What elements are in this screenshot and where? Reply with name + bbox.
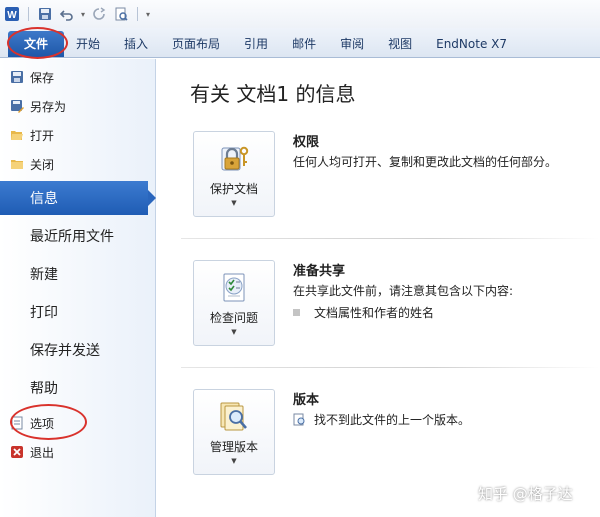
open-folder-icon <box>10 128 24 142</box>
nav-tab-recent[interactable]: 最近所用文件 <box>0 219 156 253</box>
section-divider <box>181 238 600 239</box>
list-item-label: 文档属性和作者的姓名 <box>314 306 435 320</box>
save-as-icon <box>10 99 24 113</box>
annotation-circle-file <box>7 27 68 59</box>
bullet-icon <box>293 309 300 316</box>
watermark: 知乎 @格子达 <box>478 485 573 503</box>
nav-exit-label: 退出 <box>30 445 55 460</box>
exit-icon <box>10 445 24 459</box>
check-issues-button[interactable]: 检查问题 ▼ <box>193 260 275 346</box>
nav-save-label: 保存 <box>30 70 55 85</box>
undo-icon[interactable] <box>59 6 75 22</box>
protect-document-label: 保护文档 <box>209 182 258 196</box>
undo-dropdown-icon[interactable]: ▾ <box>81 10 85 19</box>
nav-tab-help[interactable]: 帮助 <box>0 371 156 405</box>
nav-close-label: 关闭 <box>30 157 55 172</box>
word-app-icon[interactable]: W <box>4 6 20 22</box>
permissions-title: 权限 <box>293 135 320 150</box>
protect-document-button[interactable]: 保护文档 ▼ <box>193 131 275 217</box>
tab-references[interactable]: 引用 <box>232 31 280 57</box>
tab-endnote[interactable]: EndNote X7 <box>424 31 519 57</box>
tab-review[interactable]: 审阅 <box>328 31 376 57</box>
nav-tab-print[interactable]: 打印 <box>0 295 156 329</box>
lock-key-icon <box>221 146 249 171</box>
checklist-icon <box>223 273 245 302</box>
manage-versions-label: 管理版本 <box>209 440 258 454</box>
customize-toolbar-icon[interactable]: ▾ <box>146 10 150 19</box>
close-folder-icon <box>10 157 24 171</box>
backstage-nav: 保存 另存为 打开 关闭 信息 最近所用文件 新建 打印 保存并发送 帮助 选项… <box>0 59 156 517</box>
section-divider <box>181 367 600 368</box>
svg-text:W: W <box>7 10 17 21</box>
ribbon-tabs: 文件 开始 插入 页面布局 引用 邮件 审阅 视图 EndNote X7 <box>0 28 600 58</box>
toolbar-separator <box>137 7 139 21</box>
manage-versions-button[interactable]: 管理版本 ▼ <box>193 389 275 475</box>
toolbar-separator <box>28 7 29 21</box>
redo-icon[interactable] <box>91 6 107 22</box>
tab-view[interactable]: 视图 <box>376 31 424 57</box>
check-issues-label: 检查问题 <box>209 311 258 325</box>
quick-access-toolbar: W ▾ ▾ <box>0 0 600 28</box>
info-panel: 有关 文档1 的信息 保护文档 ▼ 权限 任何人均可打开、复制和更改此文档的任何… <box>157 59 600 517</box>
list-item: 文档属性和作者的姓名 <box>293 304 434 321</box>
chevron-down-icon: ▼ <box>231 457 237 465</box>
versions-description: 找不到此文件的上一个版本。 <box>314 413 471 427</box>
tab-home[interactable]: 开始 <box>64 31 112 57</box>
prepare-sharing-description: 在共享此文件前，请注意其包含以下内容: <box>293 284 514 298</box>
nav-tab-info[interactable]: 信息 <box>0 181 156 215</box>
versions-status: 找不到此文件的上一个版本。 <box>293 411 470 428</box>
chevron-down-icon: ▼ <box>231 328 237 336</box>
versions-title: 版本 <box>293 393 320 408</box>
nav-save[interactable]: 保存 <box>10 66 54 88</box>
document-magnifier-icon <box>220 402 247 431</box>
nav-save-as[interactable]: 另存为 <box>10 95 66 117</box>
nav-open-label: 打开 <box>30 128 55 143</box>
nav-tab-new[interactable]: 新建 <box>0 257 156 291</box>
version-doc-icon <box>293 413 305 426</box>
prepare-sharing-title: 准备共享 <box>293 264 346 279</box>
nav-tab-save-send[interactable]: 保存并发送 <box>0 333 156 367</box>
nav-close[interactable]: 关闭 <box>10 153 54 175</box>
nav-open[interactable]: 打开 <box>10 124 54 146</box>
print-preview-icon[interactable] <box>113 6 129 22</box>
page-title: 有关 文档1 的信息 <box>190 82 356 106</box>
annotation-circle-options <box>10 404 87 440</box>
tab-insert[interactable]: 插入 <box>112 31 160 57</box>
tab-page-layout[interactable]: 页面布局 <box>160 31 232 57</box>
permissions-description: 任何人均可打开、复制和更改此文档的任何部分。 <box>293 155 558 169</box>
save-icon <box>10 70 24 84</box>
tab-mailings[interactable]: 邮件 <box>280 31 328 57</box>
chevron-down-icon: ▼ <box>231 199 237 207</box>
nav-exit[interactable]: 退出 <box>10 441 54 463</box>
save-icon[interactable] <box>37 6 53 22</box>
nav-save-as-label: 另存为 <box>30 99 67 114</box>
